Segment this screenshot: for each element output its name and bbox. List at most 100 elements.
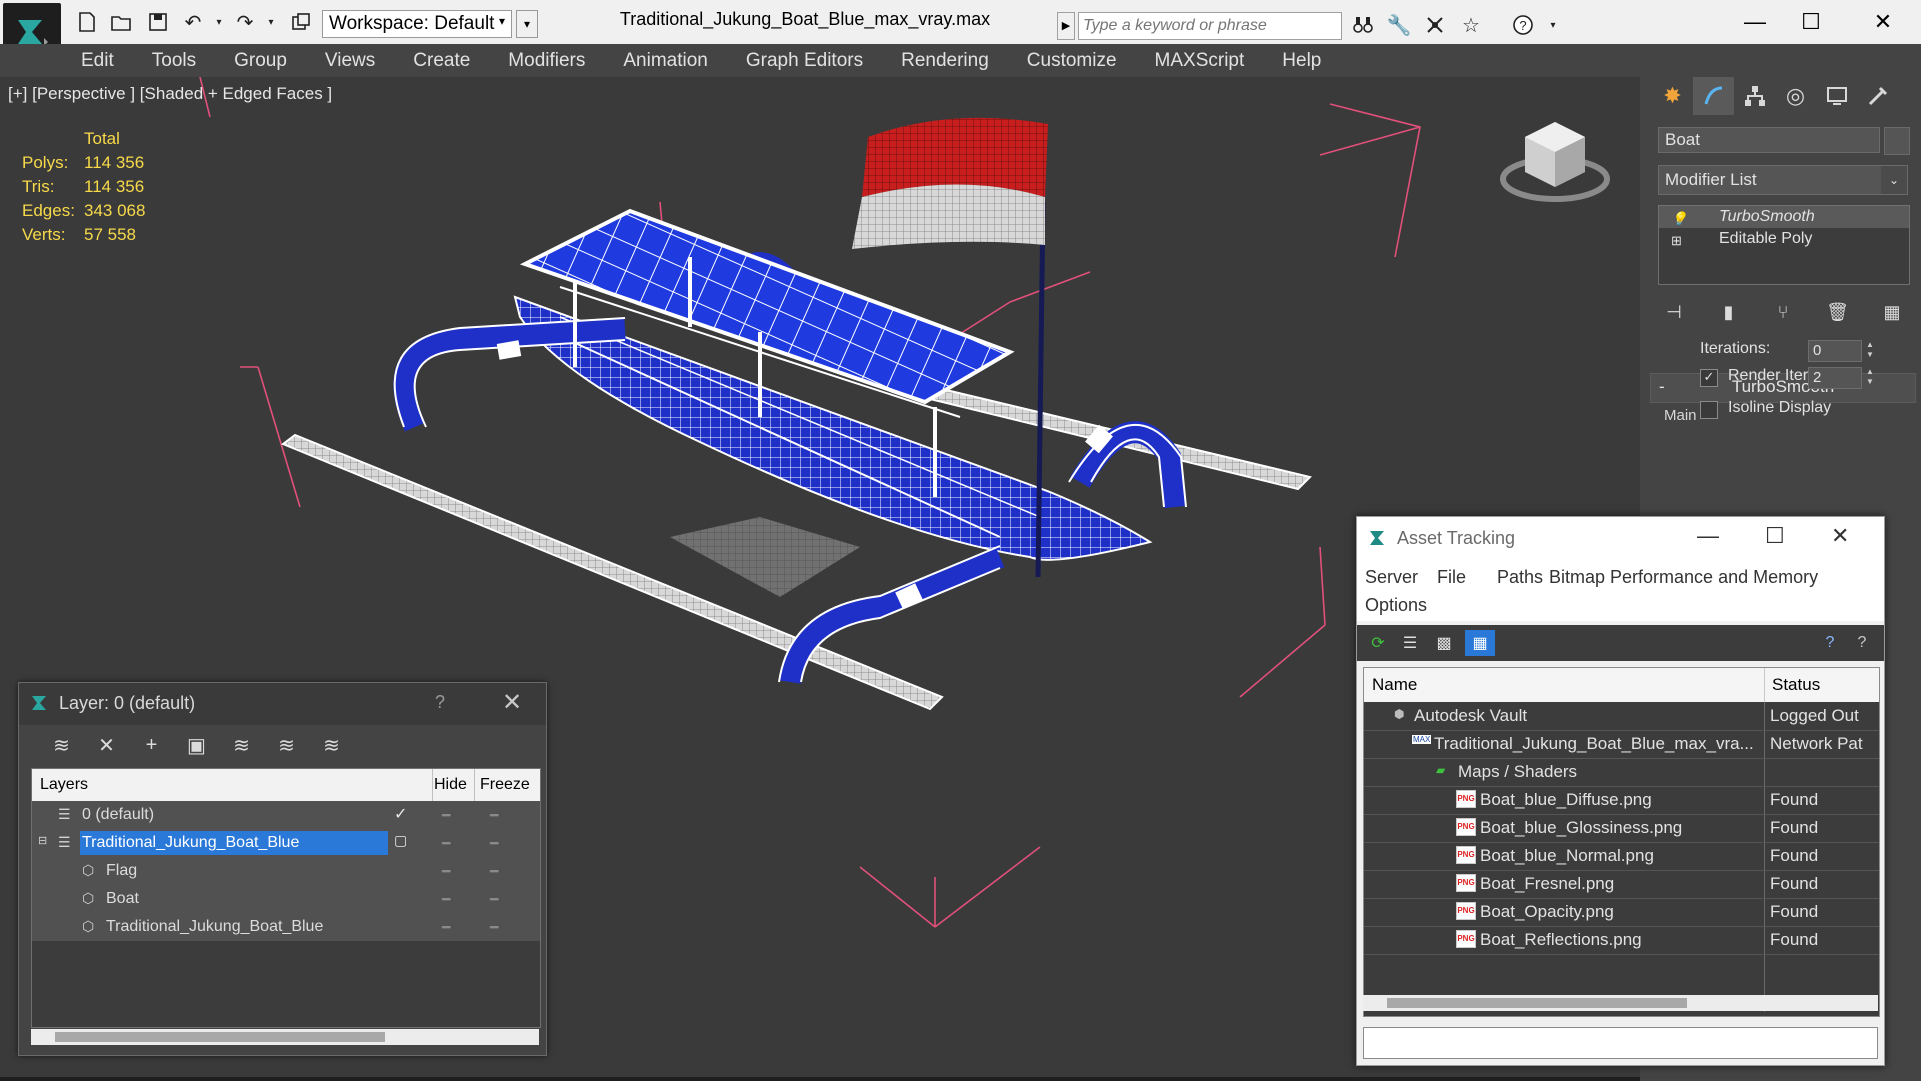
minimize-icon[interactable]: — [1727, 4, 1783, 40]
expand-plus-icon[interactable]: ⊞ [1671, 230, 1682, 252]
utilities-tab-icon[interactable] [1857, 77, 1898, 115]
menu-maxscript[interactable]: MAXScript [1136, 50, 1264, 72]
add-selection-icon[interactable]: + [129, 725, 174, 765]
stack-item-editable-poly[interactable]: ⊞ Editable Poly [1659, 228, 1909, 250]
close-icon[interactable]: ✕ [1831, 523, 1849, 549]
close-icon[interactable]: ✕ [1855, 4, 1911, 40]
freeze-toggle[interactable]: ━ [490, 807, 498, 824]
asset-row[interactable]: ▰ Maps / Shaders [1364, 758, 1879, 787]
minimize-icon[interactable]: — [1697, 523, 1719, 549]
asset-row[interactable]: PNG Boat_blue_Diffuse.png Found [1364, 786, 1879, 815]
refresh-icon[interactable]: ⟳ [1365, 630, 1391, 656]
hide-toggle[interactable]: ━ [442, 919, 450, 936]
freeze-toggle[interactable]: ━ [490, 891, 498, 908]
active-layer-checkmark-icon[interactable]: ✓ [394, 804, 407, 824]
configure-sets-icon[interactable]: ▦ [1876, 297, 1908, 327]
menu-create[interactable]: Create [394, 50, 489, 72]
iterations-spin-arrows-icon[interactable]: ▲ ▼ [1864, 340, 1876, 362]
scroll-thumb[interactable] [1387, 998, 1687, 1008]
menu-edit[interactable]: Edit [62, 50, 133, 72]
asset-row[interactable]: MAX Traditional_Jukung_Boat_Blue_max_vra… [1364, 730, 1879, 759]
create-tab-icon[interactable]: ✸ [1652, 77, 1693, 115]
object-color-swatch[interactable] [1884, 127, 1910, 155]
object-name-field[interactable] [1658, 127, 1880, 153]
col-hide[interactable]: Hide [434, 776, 467, 794]
asset-row[interactable]: PNG Boat_blue_Normal.png Found [1364, 842, 1879, 871]
open-file-icon[interactable] [108, 9, 134, 35]
hide-toggle[interactable]: ━ [442, 807, 450, 824]
workspace-menu-button[interactable]: ▾ [516, 10, 538, 38]
menu-modifiers[interactable]: Modifiers [489, 50, 604, 72]
highlight-layer-icon[interactable]: ≋ [219, 725, 264, 765]
pin-stack-icon[interactable]: ⊣ [1658, 297, 1690, 327]
show-end-result-icon[interactable]: ▮ [1713, 297, 1745, 327]
freeze-all-layers-icon[interactable]: ≋ [309, 725, 354, 765]
col-name[interactable]: Name [1372, 675, 1417, 695]
isoline-display-checkbox[interactable] [1700, 401, 1718, 419]
menu-help[interactable]: Help [1263, 50, 1340, 72]
maximize-icon[interactable]: ☐ [1765, 523, 1785, 549]
render-iters-checkbox[interactable]: ✓ [1700, 369, 1718, 387]
viewport-label[interactable]: [+] [Perspective ] [Shaded + Edged Faces… [8, 84, 332, 104]
asset-status-field[interactable] [1363, 1027, 1878, 1059]
redo-dropdown-icon[interactable]: ▾ [258, 9, 284, 35]
binoculars-icon[interactable] [1350, 12, 1376, 38]
asset-row[interactable]: PNG Boat_Reflections.png Found [1364, 926, 1879, 955]
stack-item-turbosmooth[interactable]: 💡 TurboSmooth [1659, 206, 1909, 228]
project-icon[interactable] [288, 9, 314, 35]
tools-icon[interactable]: 🔧 [1386, 12, 1412, 38]
asset-row[interactable]: PNG Boat_blue_Glossiness.png Found [1364, 814, 1879, 843]
layer-row[interactable]: ⬡ Boat ━ ━ [32, 885, 540, 913]
layer-horizontal-scrollbar[interactable] [31, 1029, 539, 1045]
help-dropdown-icon[interactable]: ▾ [1540, 12, 1566, 38]
modify-tab-icon[interactable] [1693, 77, 1734, 115]
asset-row[interactable]: PNG Boat_Opacity.png Found [1364, 898, 1879, 927]
freeze-toggle[interactable]: ━ [490, 863, 498, 880]
help-icon[interactable]: ? [1817, 630, 1843, 656]
viewcube-icon[interactable] [1500, 122, 1610, 202]
help-icon[interactable]: ? [435, 692, 445, 713]
set-active-layer-icon[interactable]: ▢ [394, 832, 407, 849]
asset-row[interactable]: PNG Boat_Fresnel.png Found [1364, 870, 1879, 899]
layer-row[interactable]: ⊟ ☰ Traditional_Jukung_Boat_Blue ▢ ━ ━ [32, 829, 540, 857]
create-layer-icon[interactable]: ≋ [39, 725, 84, 765]
menu-options[interactable]: Options [1365, 595, 1427, 616]
menu-bitmap-performance[interactable]: Bitmap Performance and Memory [1549, 567, 1818, 588]
hide-toggle[interactable]: ━ [442, 863, 450, 880]
col-freeze[interactable]: Freeze [480, 776, 530, 794]
freeze-toggle[interactable]: ━ [490, 919, 498, 936]
menu-tools[interactable]: Tools [133, 50, 215, 72]
close-icon[interactable]: ✕ [502, 688, 522, 717]
asset-horizontal-scrollbar[interactable] [1363, 995, 1878, 1011]
make-unique-icon[interactable]: ⑂ [1767, 297, 1799, 327]
col-layers[interactable]: Layers [40, 776, 88, 794]
render-iters-spinner[interactable]: 2 [1808, 367, 1862, 389]
layer-row[interactable]: ⬡ Flag ━ ━ [32, 857, 540, 885]
select-objects-icon[interactable]: ▣ [174, 725, 219, 765]
search-input[interactable] [1078, 12, 1342, 40]
layer-dialog-titlebar[interactable]: Layer: 0 (default) ? ✕ [19, 683, 546, 725]
render-iters-spin-arrows-icon[interactable]: ▲ ▼ [1864, 367, 1876, 389]
lightbulb-icon[interactable]: 💡 [1671, 208, 1687, 230]
hierarchy-tab-icon[interactable] [1734, 77, 1775, 115]
hide-toggle[interactable]: ━ [442, 891, 450, 908]
collapse-icon[interactable]: ⊟ [38, 834, 47, 847]
redo-icon[interactable]: ↷ [232, 9, 258, 35]
remove-modifier-icon[interactable]: 🗑 [1822, 297, 1854, 327]
menu-rendering[interactable]: Rendering [882, 50, 1008, 72]
hide-all-layers-icon[interactable]: ≋ [264, 725, 309, 765]
menu-views[interactable]: Views [306, 50, 394, 72]
help-icon[interactable]: ? [1510, 12, 1536, 38]
menu-group[interactable]: Group [215, 50, 306, 72]
delete-layer-icon[interactable]: ✕ [84, 725, 129, 765]
iterations-spinner[interactable]: 0 [1808, 340, 1862, 362]
new-file-icon[interactable] [74, 9, 100, 35]
motion-tab-icon[interactable]: ◎ [1775, 77, 1816, 115]
col-status[interactable]: Status [1772, 675, 1820, 695]
menu-customize[interactable]: Customize [1008, 50, 1136, 72]
undo-icon[interactable]: ↶ [180, 9, 206, 35]
layer-row[interactable]: ⬡ Traditional_Jukung_Boat_Blue ━ ━ [32, 913, 540, 941]
thumbnail-view-icon[interactable]: ▩ [1431, 630, 1457, 656]
menu-animation[interactable]: Animation [604, 50, 727, 72]
table-view-icon[interactable]: ▦ [1465, 630, 1495, 656]
